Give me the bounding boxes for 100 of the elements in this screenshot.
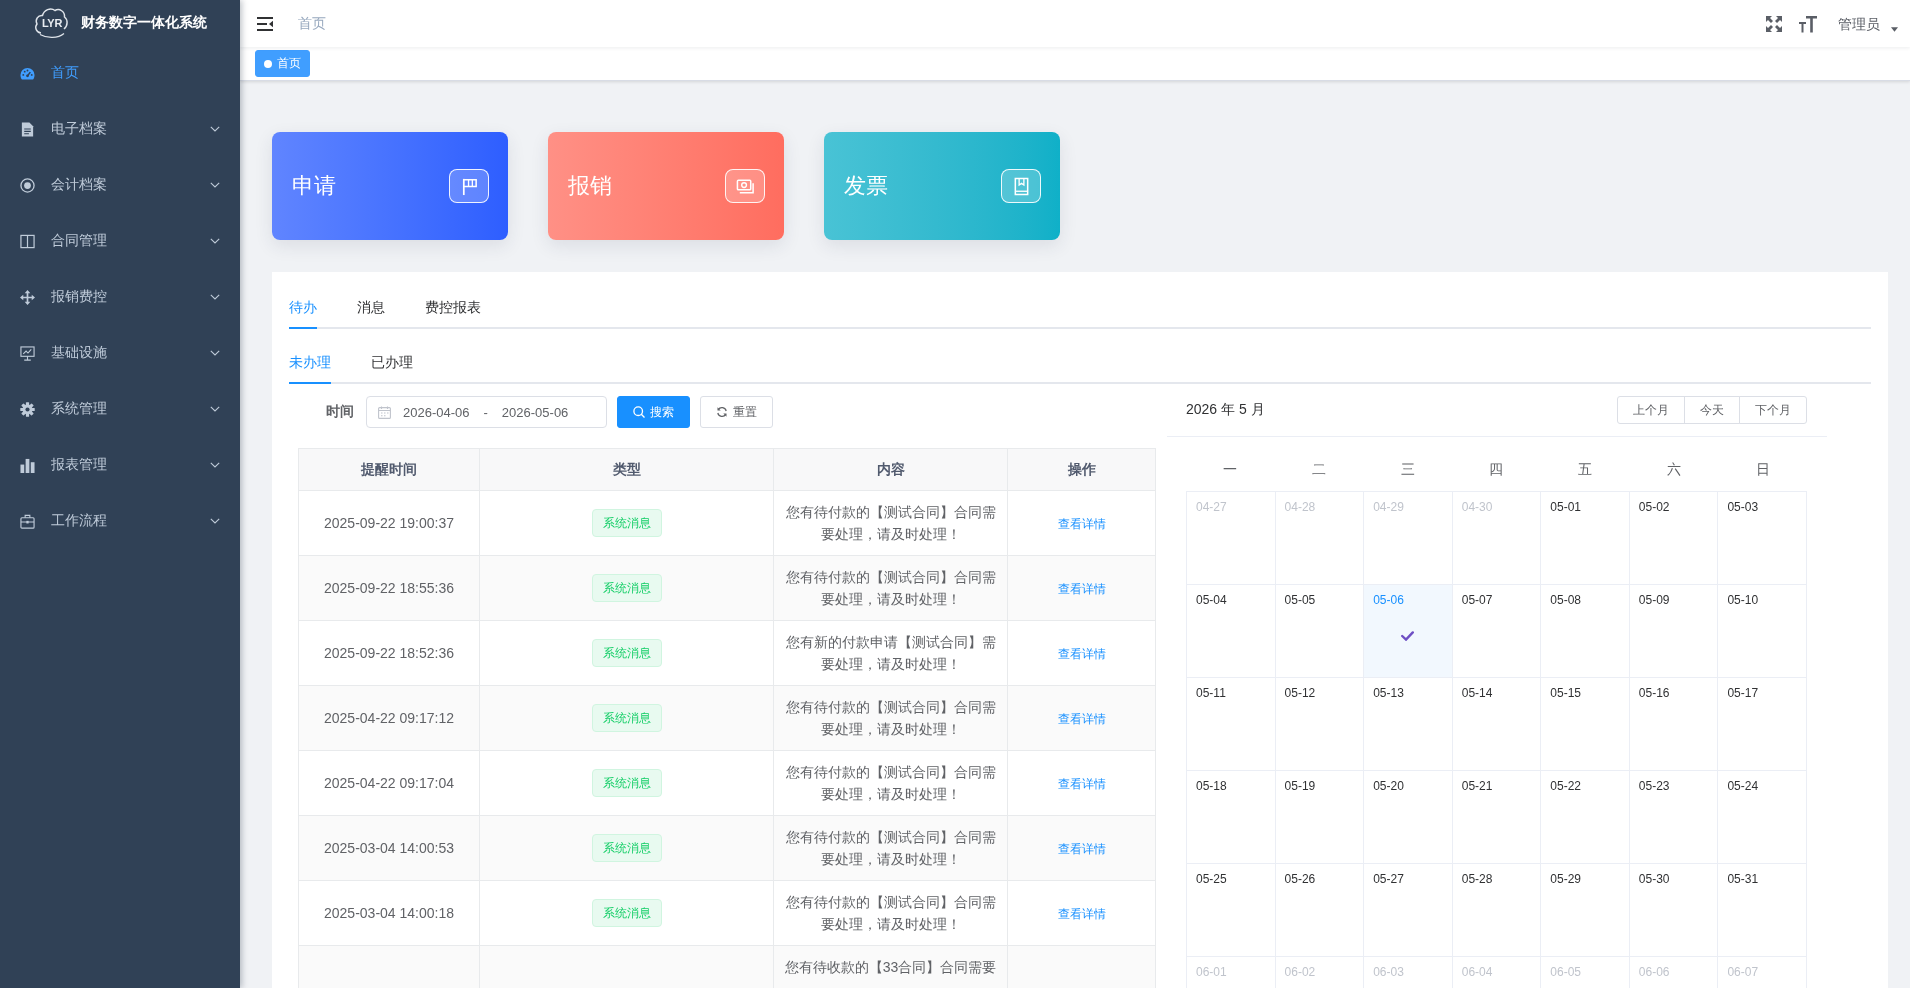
column-header: 类型 (479, 448, 774, 491)
sidebar-item[interactable]: 系统管理 (0, 381, 240, 437)
weekday-label: 六 (1666, 461, 1681, 479)
calendar-day[interactable]: 05-09 (1629, 585, 1719, 678)
calendar-day[interactable]: 05-19 (1275, 771, 1365, 864)
calendar-day[interactable]: 05-08 (1541, 585, 1630, 678)
banknote-icon (725, 169, 765, 203)
calendar-title: 2026 年 5 月 (1186, 401, 1265, 419)
message-type-tag: 系统消息 (591, 899, 662, 927)
weekday-label: 日 (1755, 461, 1770, 479)
calendar-day[interactable]: 05-26 (1275, 864, 1365, 957)
column-header: 内容 (773, 448, 1008, 491)
weekday-label: 二 (1312, 461, 1327, 479)
table-cell: 您有待收款的【33合同】合同需要 (784, 959, 997, 975)
calendar-day[interactable]: 05-14 (1452, 678, 1542, 771)
calendar-day[interactable]: 05-07 (1452, 585, 1542, 678)
sidebar-item[interactable]: 基础设施 (0, 325, 240, 381)
tab[interactable]: 消息 (357, 287, 385, 329)
calendar-day[interactable]: 05-03 (1718, 492, 1807, 585)
calendar-day[interactable]: 05-16 (1629, 678, 1719, 771)
weekday-label: 四 (1489, 461, 1504, 479)
app-title: 财务数字一体化系统 (81, 13, 207, 32)
calendar-day[interactable]: 05-30 (1629, 864, 1719, 957)
tab[interactable]: 费控报表 (425, 287, 481, 329)
font-size-icon[interactable] (1799, 14, 1817, 33)
calendar-day[interactable]: 05-01 (1541, 492, 1630, 585)
table-cell: 您有待付款的【测试合同】合同需要处理，请及时处理！ (785, 569, 996, 607)
calendar-icon (378, 405, 391, 419)
dot-icon (264, 59, 272, 68)
check-icon (1401, 631, 1415, 641)
table-cell: 2025-03-04 14:00:18 (324, 905, 454, 921)
cloud-logo-icon (34, 5, 70, 40)
tab[interactable]: 已办理 (371, 342, 413, 384)
calendar-day[interactable]: 05-10 (1718, 585, 1807, 678)
calendar-day[interactable]: 05-31 (1718, 864, 1807, 957)
calendar-day[interactable]: 05-04 (1187, 585, 1276, 678)
sidebar-item[interactable]: 合同管理 (0, 213, 240, 269)
open-book-icon (20, 233, 35, 249)
search-icon (633, 406, 645, 418)
calendar-day[interactable]: 05-27 (1364, 864, 1453, 957)
calendar-day[interactable]: 05-18 (1187, 771, 1276, 864)
shortcut-card[interactable]: 申请 (272, 132, 508, 240)
table-cell: 您有待付款的【测试合同】合同需要处理，请及时处理！ (785, 699, 996, 737)
table-cell: 您有新的付款申请【测试合同】需要处理，请及时处理！ (785, 634, 996, 672)
calendar-day[interactable]: 05-28 (1452, 864, 1542, 957)
caret-down-icon (1891, 26, 1898, 32)
table-cell: 2025-03-04 14:00:53 (324, 840, 454, 856)
breadcrumb-item: 首页 (298, 14, 326, 33)
calendar-day[interactable]: 05-20 (1364, 771, 1453, 864)
calendar-day[interactable]: 05-22 (1541, 771, 1630, 864)
calendar-day[interactable]: 05-23 (1629, 771, 1719, 864)
calendar-day[interactable]: 05-29 (1541, 864, 1630, 957)
message-type-tag: 系统消息 (591, 639, 662, 667)
sidebar-item[interactable]: 报销费控 (0, 269, 240, 325)
move-arrows-icon (20, 289, 35, 305)
sidebar-item[interactable]: 工作流程 (0, 493, 240, 549)
briefcase-icon (20, 513, 35, 529)
date-range-field[interactable]: 2026-04-06 - 2026-05-06 (366, 396, 607, 428)
column-header: 操作 (1007, 448, 1156, 491)
sidebar-item[interactable]: 会计档案 (0, 157, 240, 213)
bar-chart-icon (20, 457, 35, 473)
sidebar-item[interactable]: 报表管理 (0, 437, 240, 493)
calendar-day[interactable]: 05-21 (1452, 771, 1542, 864)
reset-button[interactable]: 重置 (700, 396, 773, 428)
logo-letters: LYR (40, 16, 64, 30)
calendar-day[interactable]: 05-11 (1187, 678, 1276, 771)
message-type-tag: 系统消息 (591, 509, 662, 537)
calendar-day[interactable]: 05-15 (1541, 678, 1630, 771)
calendar-day[interactable]: 05-13 (1364, 678, 1453, 771)
coin-icon (20, 177, 35, 193)
column-header: 提醒时间 (298, 448, 480, 491)
calendar-day[interactable]: 05-02 (1629, 492, 1719, 585)
sidebar-item[interactable]: 电子档案 (0, 101, 240, 157)
weekday-label: 五 (1578, 461, 1593, 479)
table-cell: 2025-04-22 09:17:04 (324, 775, 454, 791)
calendar-nav-button[interactable]: 下个月 (1739, 396, 1807, 424)
calendar-nav-button[interactable]: 上个月 (1617, 396, 1685, 424)
dashboard-icon (20, 65, 35, 81)
menu-icon[interactable] (257, 16, 273, 31)
calendar-day[interactable]: 05-25 (1187, 864, 1276, 957)
weekday-label: 一 (1223, 461, 1238, 479)
document-icon (20, 121, 35, 137)
message-type-tag: 系统消息 (591, 704, 662, 732)
table-cell: 2025-09-22 18:55:36 (324, 580, 454, 596)
flag-icon (449, 169, 489, 203)
weekday-label: 三 (1400, 461, 1415, 479)
table-cell: 2025-04-22 09:17:12 (324, 710, 454, 726)
table-cell: 您有待付款的【测试合同】合同需要处理，请及时处理！ (785, 504, 996, 542)
calendar-day[interactable]: 05-24 (1718, 771, 1807, 864)
sidebar-item[interactable]: 首页 (0, 45, 240, 101)
calendar-day[interactable]: 05-12 (1275, 678, 1365, 771)
message-type-tag: 系统消息 (591, 834, 662, 862)
table-cell: 您有待付款的【测试合同】合同需要处理，请及时处理！ (785, 894, 996, 932)
fullscreen-icon[interactable] (1765, 14, 1783, 33)
filter-label: 时间 (325, 403, 355, 421)
refresh-icon (716, 406, 728, 418)
user-menu[interactable]: 管理员 (1838, 13, 1898, 34)
calendar-day[interactable]: 05-17 (1718, 678, 1807, 771)
monitor-chart-icon (20, 345, 35, 361)
calendar-nav-button[interactable]: 今天 (1684, 396, 1740, 424)
